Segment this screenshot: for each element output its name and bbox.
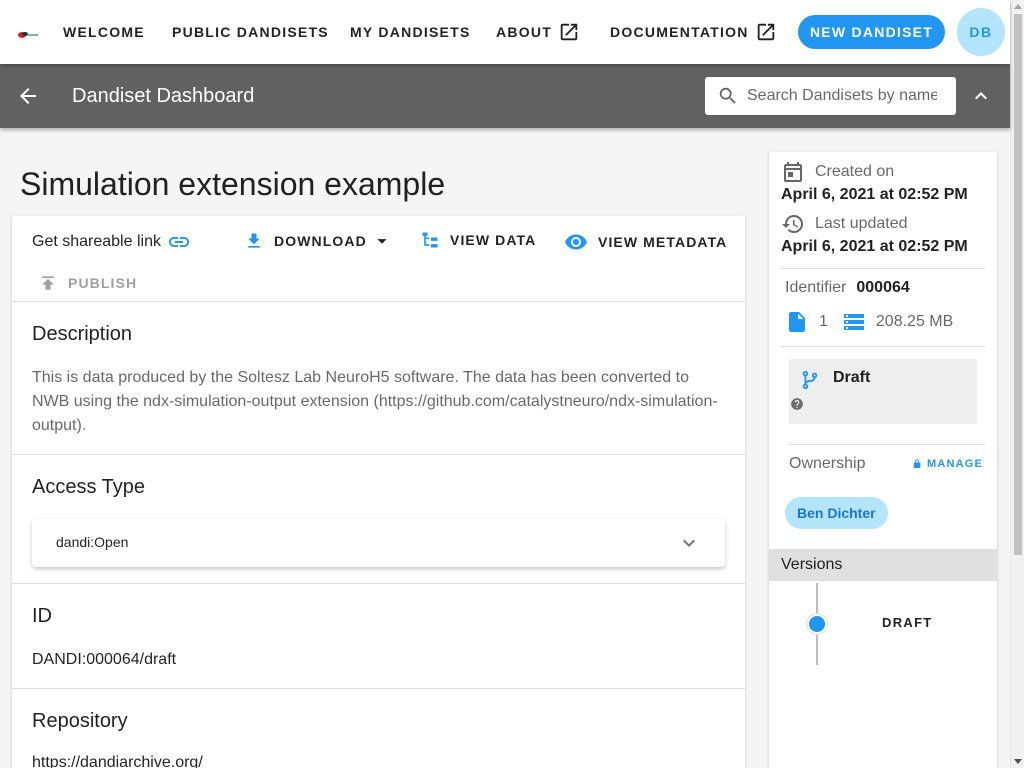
- publish-button[interactable]: Publish: [38, 273, 137, 293]
- nav-about-label: About: [496, 24, 553, 40]
- created-label: Created on: [815, 163, 895, 180]
- link-icon: [168, 237, 189, 247]
- divider: [12, 688, 745, 689]
- help-icon[interactable]: [790, 397, 804, 411]
- publish-label: Publish: [68, 275, 138, 291]
- download-icon: [248, 233, 260, 248]
- top-app-bar: Welcome Public Dandisets My Dandisets Ab…: [0, 0, 1010, 64]
- nav-public-dandisets-label: Public Dandisets: [172, 24, 329, 40]
- search-box: [705, 77, 956, 115]
- divider: [12, 583, 745, 584]
- divider: [12, 301, 745, 302]
- chevron-down-icon: [683, 539, 695, 547]
- status-label: Draft: [833, 369, 871, 386]
- storage-icon: [843, 314, 864, 330]
- scroll-up-arrow-icon[interactable]: [1014, 4, 1022, 9]
- updated-row: Last updated: [781, 212, 908, 236]
- dandiset-main-card: Get shareable link Download View Data Vi…: [12, 216, 745, 768]
- repository-value: https://dandiarchive.org/: [32, 754, 203, 768]
- nav-documentation[interactable]: Documentation: [610, 0, 777, 64]
- identifier-label: Identifier: [785, 279, 847, 296]
- ownership-label: Ownership: [789, 455, 866, 472]
- manage-label: MANAGE: [927, 458, 984, 470]
- caret-down-icon: [377, 239, 387, 244]
- dandiset-sidebar: Created on April 6, 2021 at 02:52 PM Las…: [769, 152, 997, 768]
- identifier-value: 000064: [856, 279, 910, 296]
- identifier-row: Identifier 000064: [785, 279, 910, 297]
- nav-welcome[interactable]: Welcome: [63, 0, 145, 64]
- dandiset-size: 208.25 MB: [875, 313, 954, 330]
- versions-heading: Versions: [769, 549, 997, 581]
- download-label: Download: [274, 233, 367, 249]
- id-value: DANDI:000064/draft: [32, 651, 177, 668]
- source-branch-icon: [802, 370, 818, 390]
- divider: [789, 444, 985, 445]
- manage-button[interactable]: MANAGE: [912, 458, 983, 470]
- updated-date: April 6, 2021 at 02:52 PM: [781, 238, 968, 255]
- id-heading: ID: [32, 605, 52, 627]
- download-button[interactable]: Download: [244, 230, 393, 252]
- description-heading: Description: [32, 323, 133, 345]
- search-icon: [719, 87, 736, 104]
- dandiset-title: Simulation extension example: [20, 166, 446, 202]
- search-input[interactable]: [747, 87, 937, 105]
- version-dot: [807, 614, 827, 634]
- lock-icon: [913, 459, 921, 469]
- open-in-new-icon: [757, 23, 774, 41]
- version-draft-button[interactable]: DRAFT: [882, 615, 933, 630]
- file-icon: [789, 312, 805, 332]
- updated-label: Last updated: [815, 215, 908, 232]
- chevron-up-icon[interactable]: [969, 84, 993, 113]
- user-avatar[interactable]: DB: [957, 8, 1005, 56]
- history-icon: [782, 215, 803, 233]
- access-type-panel[interactable]: dandi:Open: [32, 519, 725, 567]
- view-data-label: View Data: [450, 232, 537, 248]
- access-type-value: dandi:Open: [56, 534, 129, 550]
- publish-icon: [42, 276, 54, 290]
- calendar-icon: [784, 162, 802, 182]
- toolbar-title: Dandiset Dashboard: [72, 84, 255, 107]
- access-type-heading: Access Type: [32, 476, 146, 498]
- divider: [781, 346, 985, 347]
- shareable-link-label: Get shareable link: [32, 233, 161, 250]
- stats-row: 1 208.25 MB: [785, 310, 953, 334]
- created-date: April 6, 2021 at 02:52 PM: [781, 186, 968, 203]
- nav-public-dandisets[interactable]: Public Dandisets: [172, 0, 329, 64]
- view-data-button[interactable]: View Data: [420, 230, 536, 250]
- owner-chip[interactable]: Ben Dichter: [785, 497, 888, 529]
- open-in-new-icon: [560, 23, 578, 41]
- status-box: Draft: [789, 359, 977, 424]
- nav-welcome-label: Welcome: [63, 24, 145, 40]
- description-text: This is data produced by the Soltesz Lab…: [32, 369, 718, 434]
- dandi-logo[interactable]: [16, 27, 38, 38]
- shareable-link-button[interactable]: Get shareable link: [32, 230, 191, 254]
- nav-my-dandisets-label: My Dandisets: [350, 24, 471, 40]
- view-metadata-button[interactable]: View Metadata: [564, 230, 727, 254]
- created-row: Created on: [781, 160, 894, 184]
- back-arrow-icon[interactable]: [16, 84, 40, 113]
- scroll-down-arrow-icon[interactable]: [1014, 759, 1022, 764]
- view-metadata-label: View Metadata: [598, 234, 728, 250]
- scroll-thumb[interactable]: [1014, 14, 1022, 555]
- divider: [12, 454, 745, 455]
- nav-documentation-label: Documentation: [610, 24, 749, 40]
- new-dandiset-label: New Dandiset: [809, 24, 934, 40]
- dandiset-toolbar: Dandiset Dashboard: [0, 64, 1010, 128]
- divider: [781, 268, 985, 269]
- eye-icon: [565, 234, 587, 250]
- new-dandiset-button[interactable]: New Dandiset: [798, 15, 945, 49]
- file-tree-icon: [422, 232, 438, 248]
- page-scrollbar[interactable]: [1010, 0, 1024, 768]
- nav-about[interactable]: About: [496, 0, 580, 64]
- nav-my-dandisets[interactable]: My Dandisets: [350, 0, 471, 64]
- repository-heading: Repository: [32, 710, 128, 732]
- file-count: 1: [819, 313, 828, 330]
